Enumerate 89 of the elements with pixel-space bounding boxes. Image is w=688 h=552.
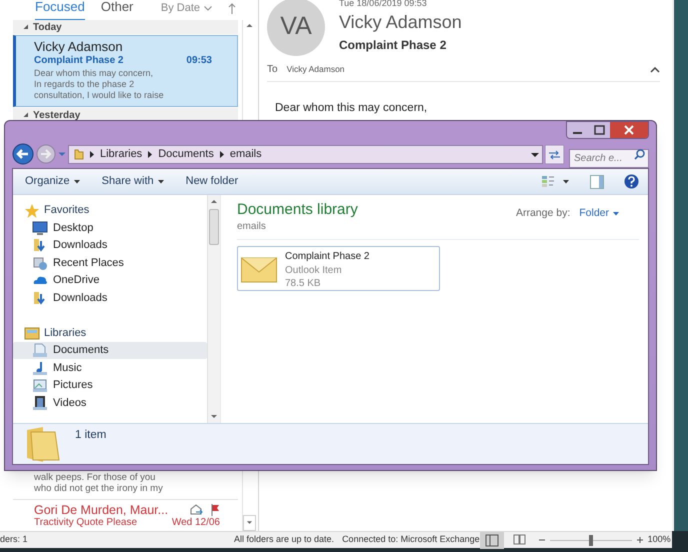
library-title: Documents library bbox=[237, 201, 358, 219]
zoom-level: 100% bbox=[648, 533, 671, 546]
message-subject: Complaint Phase 2 bbox=[34, 54, 124, 67]
nav-item[interactable]: Downloads bbox=[13, 289, 207, 306]
libraries-icon bbox=[24, 325, 40, 341]
message-subject: Complaint Phase 2 bbox=[339, 37, 448, 54]
slider-thumb[interactable] bbox=[588, 534, 593, 546]
music-note-icon bbox=[32, 360, 48, 376]
envelope-arrow-icon[interactable] bbox=[190, 504, 203, 516]
group-header: Yesterday bbox=[33, 108, 80, 122]
status-text: Connected to: Microsoft Exchange bbox=[342, 533, 480, 546]
avatar: VA bbox=[267, 0, 325, 56]
file-type: Outlook Item bbox=[285, 264, 343, 277]
zoom-slider[interactable] bbox=[550, 534, 632, 546]
library-subtitle: emails bbox=[237, 220, 267, 234]
chevron-down-icon bbox=[204, 6, 212, 10]
nav-item[interactable]: Downloads bbox=[13, 236, 207, 254]
minimize-icon[interactable] bbox=[567, 122, 589, 138]
view-options-icon[interactable] bbox=[541, 174, 555, 188]
desktop-icon bbox=[32, 220, 48, 236]
picture-icon bbox=[32, 377, 48, 394]
search-icon bbox=[634, 148, 645, 160]
arrange-dropdown[interactable]: Folder bbox=[579, 206, 619, 222]
folder-icon bbox=[74, 148, 84, 160]
maximize-icon[interactable] bbox=[589, 122, 610, 138]
group-header: Today bbox=[33, 20, 62, 34]
nav-item[interactable]: Videos bbox=[13, 394, 207, 412]
nav-item[interactable]: OneDrive bbox=[13, 272, 207, 289]
file-tile[interactable]: Complaint Phase 2 Outlook Item 78.5 KB bbox=[237, 246, 440, 291]
nav-item[interactable]: Documents bbox=[13, 342, 207, 359]
address-bar[interactable]: Libraries Documents emails bbox=[68, 144, 543, 164]
nav-group[interactable]: Libraries bbox=[44, 324, 86, 342]
close-icon[interactable] bbox=[610, 122, 648, 138]
message-preview: Dear whom this may concern, In regards to the phase 2 consultation, I would like to raise bbox=[34, 68, 165, 101]
folder-icon bbox=[25, 426, 61, 464]
document-icon bbox=[32, 342, 48, 358]
status-text: ders: 1 bbox=[0, 533, 29, 546]
flag-icon[interactable] bbox=[211, 504, 220, 516]
toolbar-button[interactable]: Share with bbox=[102, 173, 164, 190]
expanded-triangle-icon bbox=[23, 24, 29, 30]
dropdown-arrow-icon bbox=[613, 212, 619, 216]
message-body: Dear whom this may concern, bbox=[274, 101, 428, 116]
mail-tab[interactable]: Other bbox=[100, 0, 134, 21]
breadcrumb-item[interactable]: Libraries bbox=[100, 146, 142, 162]
message-subject: Tractivity Quote Please bbox=[34, 517, 138, 529]
scroll-thumb[interactable] bbox=[209, 209, 219, 245]
sender-name: Vicky Adamson bbox=[339, 11, 462, 33]
zoom-in-icon[interactable] bbox=[636, 536, 644, 544]
message-date: Wed 12/06 bbox=[172, 517, 220, 529]
film-icon bbox=[32, 394, 48, 411]
refresh-icon[interactable] bbox=[545, 144, 564, 164]
status-text: All folders are up to date. bbox=[234, 533, 334, 546]
breadcrumb-arrow-icon bbox=[90, 150, 94, 158]
breadcrumb-arrow-icon bbox=[148, 150, 152, 158]
sender-name: Vicky Adamson bbox=[34, 39, 124, 54]
breadcrumb-arrow-icon bbox=[220, 150, 224, 158]
recent-places-icon bbox=[32, 254, 48, 271]
scrollbar[interactable] bbox=[207, 195, 220, 423]
message-time: 09:53 bbox=[186, 54, 212, 67]
sender-name: Gori De Murden, Maur... bbox=[34, 503, 168, 517]
nav-item[interactable]: Recent Places bbox=[13, 254, 207, 272]
breadcrumb-item[interactable]: Documents bbox=[158, 146, 214, 162]
message-preview: walk peeps. For those of you who did not get the irony in my bbox=[33, 472, 164, 494]
collapse-icon[interactable] bbox=[650, 66, 660, 72]
expanded-triangle-icon bbox=[23, 112, 29, 118]
nav-item[interactable]: Music bbox=[13, 359, 207, 376]
to-label: To bbox=[267, 63, 278, 77]
toolbar-button[interactable]: Organize bbox=[25, 173, 80, 190]
back-icon[interactable] bbox=[12, 143, 34, 165]
dropdown-arrow-icon bbox=[158, 180, 164, 184]
star-icon bbox=[24, 202, 40, 218]
nav-item[interactable]: Pictures bbox=[13, 376, 207, 394]
dropdown-arrow-icon[interactable] bbox=[563, 180, 569, 184]
file-size: 78.5 KB bbox=[285, 277, 322, 290]
item-count: 1 item bbox=[75, 428, 106, 443]
search-field[interactable]: Search e... bbox=[569, 148, 649, 168]
help-icon[interactable] bbox=[624, 174, 639, 189]
normal-view-icon[interactable] bbox=[480, 532, 504, 548]
recipient: Vicky Adamson bbox=[286, 63, 345, 76]
toolbar-button[interactable]: New folder bbox=[186, 173, 238, 190]
selected-message[interactable]: Vicky Adamson Complaint Phase 2 09:53 Dear whom this may concern, In regards to the phase 2 consultation, I would like to raise bbox=[13, 35, 238, 107]
arrange-label: Arrange by: bbox=[516, 206, 570, 221]
file-name: Complaint Phase 2 bbox=[285, 250, 370, 264]
nav-group[interactable]: Favorites bbox=[44, 202, 90, 219]
nav-item[interactable]: Desktop bbox=[13, 219, 207, 236]
dropdown-arrow-icon bbox=[74, 180, 80, 184]
sort-arrow-icon[interactable] bbox=[228, 2, 236, 14]
breadcrumb-item[interactable]: emails bbox=[230, 146, 262, 162]
sort-dropdown[interactable]: By Date bbox=[160, 0, 212, 16]
